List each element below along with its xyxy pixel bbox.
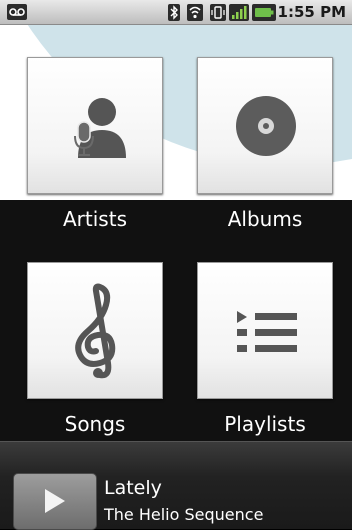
- vibrate-icon: [210, 4, 226, 21]
- playlist-icon: [237, 311, 297, 352]
- songs-label: Songs: [64, 412, 126, 436]
- wifi-icon: [187, 4, 203, 21]
- voicemail-icon: [7, 4, 27, 20]
- treble-clef-icon: [75, 283, 116, 379]
- status-bar: 1:55 PM: [0, 0, 352, 25]
- now-playing-bar[interactable]: Lately The Helio Sequence: [0, 441, 352, 530]
- songs-tile[interactable]: [27, 262, 163, 399]
- battery-icon: [252, 4, 276, 21]
- library-grid: Artists Albums Songs Playlists: [0, 25, 352, 441]
- bluetooth-icon: [168, 4, 180, 21]
- play-button[interactable]: [13, 473, 97, 530]
- artists-label: Artists: [63, 207, 127, 231]
- play-icon: [45, 489, 65, 513]
- playlists-label: Playlists: [224, 412, 306, 436]
- albums-tile[interactable]: [197, 57, 333, 194]
- albums-label: Albums: [227, 207, 303, 231]
- artist-microphone-icon: [74, 98, 126, 158]
- artists-tile[interactable]: [27, 57, 163, 194]
- now-playing-artist: The Helio Sequence: [104, 505, 264, 524]
- album-disc-icon: [236, 96, 296, 156]
- playlists-tile[interactable]: [197, 262, 333, 399]
- signal-icon: [229, 4, 249, 21]
- clock-time: 1:55 PM: [277, 3, 346, 21]
- now-playing-title: Lately: [104, 477, 162, 499]
